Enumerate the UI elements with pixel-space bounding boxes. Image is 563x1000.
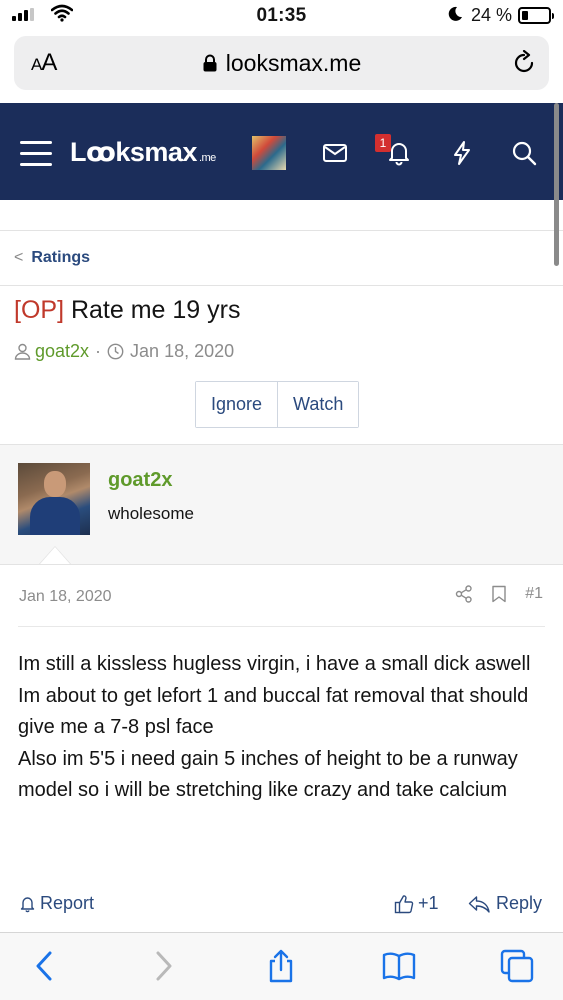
- breadcrumb: < Ratings: [0, 230, 563, 286]
- post: Jan 18, 2020 #1 Im still a kissless hugl…: [0, 564, 563, 932]
- status-bar: 01:35 24 %: [0, 0, 563, 34]
- thread-actions: Ignore Watch: [195, 381, 360, 428]
- url-display[interactable]: looksmax.me: [14, 50, 549, 77]
- post-footer: Report +1 Reply: [0, 887, 563, 923]
- lightning-icon[interactable]: [449, 140, 475, 166]
- ignore-button[interactable]: Ignore: [196, 382, 278, 427]
- message-line: Also im 5'5 i need gain 5 inches of heig…: [18, 747, 518, 802]
- clock-icon: [107, 343, 124, 360]
- reload-icon[interactable]: [511, 50, 537, 76]
- post-date[interactable]: Jan 18, 2020: [19, 588, 112, 606]
- post-number[interactable]: #1: [525, 585, 543, 603]
- thread-author[interactable]: goat2x: [35, 341, 89, 362]
- message-line: Im still a kissless hugless virgin, i ha…: [18, 653, 531, 675]
- back-icon[interactable]: [28, 949, 62, 983]
- logo-suffix: .me: [198, 152, 216, 164]
- reply-button[interactable]: Reply: [468, 893, 542, 914]
- site-header: Lꝏksmax .me: [0, 103, 563, 200]
- post-message: Im still a kissless hugless virgin, i ha…: [18, 649, 543, 807]
- breadcrumb-link[interactable]: < Ratings: [14, 249, 90, 267]
- post-actions-top: #1: [455, 585, 543, 603]
- bell-icon: [20, 896, 35, 912]
- search-icon[interactable]: [511, 140, 537, 166]
- thread-date[interactable]: Jan 18, 2020: [130, 341, 234, 362]
- share-icon[interactable]: [264, 949, 298, 983]
- post-user-block: goat2x wholesome: [0, 444, 563, 565]
- share-icon[interactable]: [455, 585, 473, 603]
- user-title: wholesome: [108, 504, 194, 523]
- reply-label: Reply: [496, 893, 543, 913]
- logo-text: Lꝏksmax: [70, 137, 197, 167]
- page-title: [OP] Rate me 19 yrs: [14, 296, 240, 325]
- like-count: +1: [418, 893, 439, 913]
- watch-button[interactable]: Watch: [277, 382, 359, 427]
- moon-icon: [448, 6, 462, 21]
- lock-icon: [203, 54, 217, 72]
- thread-meta: goat2x · Jan 18, 2020: [14, 341, 234, 362]
- user-icon: [14, 343, 31, 360]
- battery-percent: 24 %: [471, 5, 513, 25]
- chevron-left-icon: <: [14, 249, 24, 266]
- divider: [18, 626, 545, 627]
- notification-badge: 1: [375, 134, 391, 152]
- scroll-indicator[interactable]: [554, 103, 559, 266]
- site-logo[interactable]: Lꝏksmax .me: [70, 137, 216, 168]
- bookmarks-icon[interactable]: [382, 949, 416, 983]
- browser-toolbar: [0, 932, 563, 1000]
- thumbs-up-icon: [394, 894, 414, 913]
- post-arrow: [40, 547, 70, 564]
- reply-icon: [468, 895, 490, 913]
- url-text: looksmax.me: [225, 50, 362, 76]
- report-label: Report: [40, 893, 95, 913]
- meta-separator: ·: [95, 341, 102, 361]
- forward-icon[interactable]: [146, 949, 180, 983]
- bookmark-icon[interactable]: [491, 585, 507, 603]
- tabs-icon[interactable]: [500, 949, 534, 983]
- message-line: Im about to get lefort 1 and buccal fat …: [18, 684, 529, 739]
- avatar[interactable]: [252, 136, 286, 170]
- battery-icon: [518, 7, 554, 24]
- thread-prefix: [OP]: [14, 296, 65, 324]
- browser-address-area: AA looksmax.me: [0, 34, 563, 103]
- post-username[interactable]: goat2x: [108, 469, 172, 492]
- thread-title-text: Rate me 19 yrs: [70, 296, 241, 324]
- like-button[interactable]: +1: [394, 893, 439, 914]
- menu-icon[interactable]: [20, 141, 52, 167]
- mail-icon[interactable]: [322, 140, 348, 166]
- avatar[interactable]: [18, 463, 90, 535]
- address-bar[interactable]: AA looksmax.me: [14, 36, 549, 90]
- report-button[interactable]: Report: [19, 893, 94, 914]
- breadcrumb-label: Ratings: [31, 249, 91, 266]
